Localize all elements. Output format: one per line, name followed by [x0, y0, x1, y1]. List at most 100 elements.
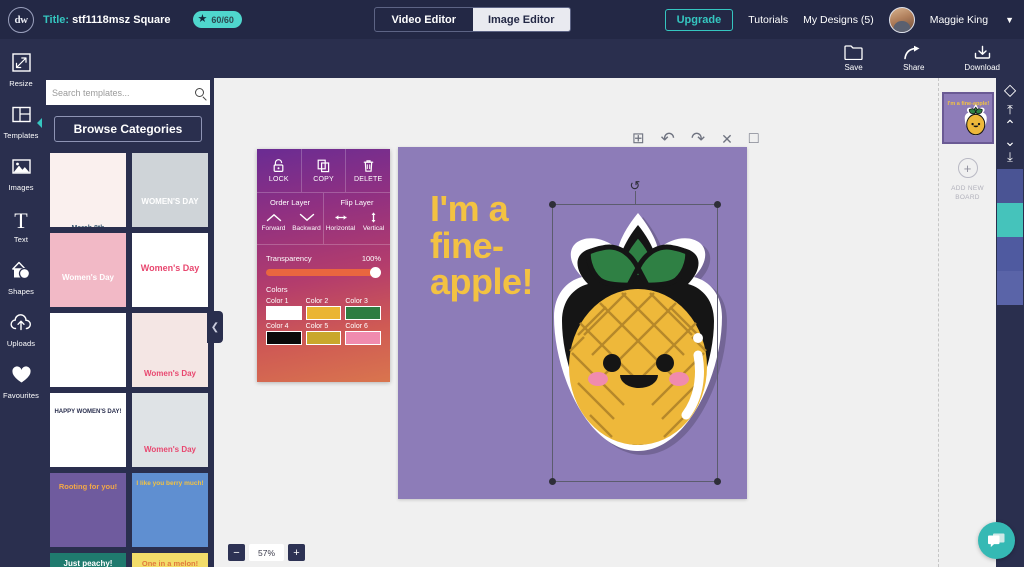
chevron-down-icon[interactable]: ▼ — [1005, 15, 1014, 25]
zoom-out-button[interactable]: − — [228, 544, 245, 561]
template-card[interactable]: Women's Day — [132, 393, 208, 467]
color-swatch-item[interactable]: Color 4 — [266, 323, 302, 345]
color-swatch[interactable] — [305, 306, 342, 320]
panel-collapse-toggle[interactable]: ❮ — [207, 311, 223, 343]
template-card[interactable]: Women's Day — [132, 313, 208, 387]
delete-label: DELETE — [353, 175, 383, 183]
design-title[interactable]: stf1118msz Square — [72, 14, 170, 26]
color-swatch-item[interactable]: Color 6 — [345, 323, 381, 345]
sidebar-item-text[interactable]: T Text — [0, 203, 42, 250]
template-card[interactable]: I like you berry much! — [132, 473, 208, 547]
template-card[interactable]: Just peachy! — [50, 553, 126, 567]
template-card[interactable]: Women's Day — [50, 233, 126, 307]
tutorials-link[interactable]: Tutorials — [748, 14, 788, 26]
template-card[interactable]: HAPPY INTERNATIONAL WOMEN'S DAY — [50, 313, 126, 387]
color-swatch[interactable] — [266, 306, 302, 320]
color-swatch-label: Color 2 — [305, 298, 329, 305]
sidebar-label-text: Text — [13, 234, 29, 244]
undo-icon[interactable]: ↶ — [661, 130, 675, 147]
design-canvas[interactable]: I'm a fine- apple! ↺ — [398, 147, 747, 499]
delete-button[interactable]: DELETE — [345, 149, 390, 192]
fit-square-icon[interactable]: □ — [749, 130, 759, 147]
sidebar-item-favourites[interactable]: Favourites — [0, 359, 42, 406]
layer-swatch[interactable] — [997, 203, 1023, 237]
user-name[interactable]: Maggie King — [930, 14, 988, 26]
search-icon[interactable] — [195, 88, 204, 97]
layer-swatch[interactable] — [997, 169, 1023, 203]
tab-image-editor[interactable]: Image Editor — [472, 8, 570, 31]
backward-button[interactable]: Backward — [290, 211, 323, 232]
selection-box[interactable]: ↺ — [549, 178, 721, 485]
download-button[interactable]: Download — [964, 45, 1000, 72]
tool-rail: Resize Templates Images T Text Shapes Up… — [0, 39, 42, 567]
search-input[interactable] — [52, 87, 195, 98]
lock-label: LOCK — [268, 175, 289, 183]
my-designs-link[interactable]: My Designs (5) — [803, 14, 874, 26]
grid-icon[interactable]: ⊞ — [632, 131, 645, 146]
save-button[interactable]: Save — [844, 45, 863, 72]
properties-layer-actions: Order Layer Forward Backward Flip Layer … — [257, 193, 390, 245]
transparency-section: Transparency 100% — [257, 245, 390, 278]
flip-horizontal-button[interactable]: Horizontal — [324, 211, 357, 232]
color-swatch-item[interactable]: Color 5 — [305, 323, 342, 345]
transparency-label: Transparency — [266, 254, 312, 263]
layers-icon[interactable]: ◇ — [1004, 83, 1016, 99]
layer-down-icon[interactable]: ⌄ — [1004, 134, 1016, 148]
color-swatch[interactable] — [345, 331, 381, 345]
layer-top-icon[interactable]: ⤒ — [1007, 103, 1013, 116]
layer-swatch[interactable] — [997, 271, 1023, 305]
search-bar[interactable] — [46, 80, 210, 105]
close-icon[interactable]: ✕ — [721, 132, 733, 146]
color-swatch-item[interactable]: Color 1 — [266, 298, 302, 320]
resize-handle-top-left[interactable] — [549, 201, 556, 208]
zoom-in-button[interactable]: + — [288, 544, 305, 561]
lock-button[interactable]: LOCK — [257, 149, 301, 192]
color-swatch[interactable] — [345, 306, 381, 320]
resize-handle-bottom-left[interactable] — [549, 478, 556, 485]
app-logo[interactable]: dw — [8, 6, 34, 33]
sidebar-item-templates[interactable]: Templates — [0, 99, 42, 146]
template-card[interactable]: March 8th — [50, 153, 126, 227]
transparency-slider-knob[interactable] — [370, 267, 381, 278]
copy-button[interactable]: COPY — [300, 149, 346, 192]
template-card[interactable]: Rooting for you! — [50, 473, 126, 547]
color-swatch[interactable] — [266, 331, 302, 345]
sidebar-label-uploads: Uploads — [6, 338, 36, 348]
tab-video-editor[interactable]: Video Editor — [375, 8, 473, 31]
template-card[interactable]: HAPPY WOMEN'S DAY! — [50, 393, 126, 467]
editor-mode-toggle[interactable]: Video Editor Image Editor — [374, 7, 571, 32]
board-thumbnail[interactable]: I'm a fine-apple! — [941, 92, 994, 144]
canvas-headline[interactable]: I'm a fine- apple! — [430, 190, 534, 301]
transparency-slider[interactable] — [266, 267, 381, 278]
sidebar-item-shapes[interactable]: Shapes — [0, 255, 42, 302]
template-card-title: March 8th — [50, 225, 126, 227]
color-swatch[interactable] — [305, 331, 342, 345]
sidebar-item-images[interactable]: Images — [0, 151, 42, 198]
resize-icon — [11, 53, 31, 76]
resize-handle-bottom-right[interactable] — [714, 478, 721, 485]
sidebar-item-resize[interactable]: Resize — [0, 47, 42, 94]
add-board-button[interactable]: + — [957, 158, 978, 178]
flip-vertical-button[interactable]: Vertical — [357, 211, 390, 232]
color-swatch-item[interactable]: Color 3 — [345, 298, 381, 320]
forward-button[interactable]: Forward — [257, 211, 290, 232]
sidebar-item-uploads[interactable]: Uploads — [0, 307, 42, 354]
avatar[interactable] — [888, 6, 915, 33]
lock-icon — [273, 158, 284, 172]
template-card[interactable]: WOMEN'S DAY — [132, 153, 208, 227]
layer-swatch[interactable] — [997, 237, 1023, 271]
browse-categories-button[interactable]: Browse Categories — [54, 116, 202, 142]
share-button[interactable]: Share — [903, 45, 924, 72]
layer-up-icon[interactable]: ⌃ — [1004, 118, 1016, 132]
resize-handle-top-right[interactable] — [714, 201, 721, 208]
template-card[interactable]: One in a melon! — [132, 553, 208, 567]
credits-badge[interactable]: ★ 60/60 — [192, 11, 242, 28]
redo-icon[interactable]: ↷ — [691, 130, 705, 147]
color-swatch-item[interactable]: Color 2 — [305, 298, 342, 320]
rotate-handle-icon[interactable]: ↺ — [630, 178, 641, 194]
chat-widget-button[interactable] — [978, 522, 1015, 559]
layer-bottom-icon[interactable]: ⤓ — [1007, 150, 1013, 163]
upgrade-button[interactable]: Upgrade — [664, 8, 734, 31]
template-card-title: Rooting for you! — [58, 482, 118, 491]
template-card[interactable]: Women's Day — [132, 233, 208, 307]
